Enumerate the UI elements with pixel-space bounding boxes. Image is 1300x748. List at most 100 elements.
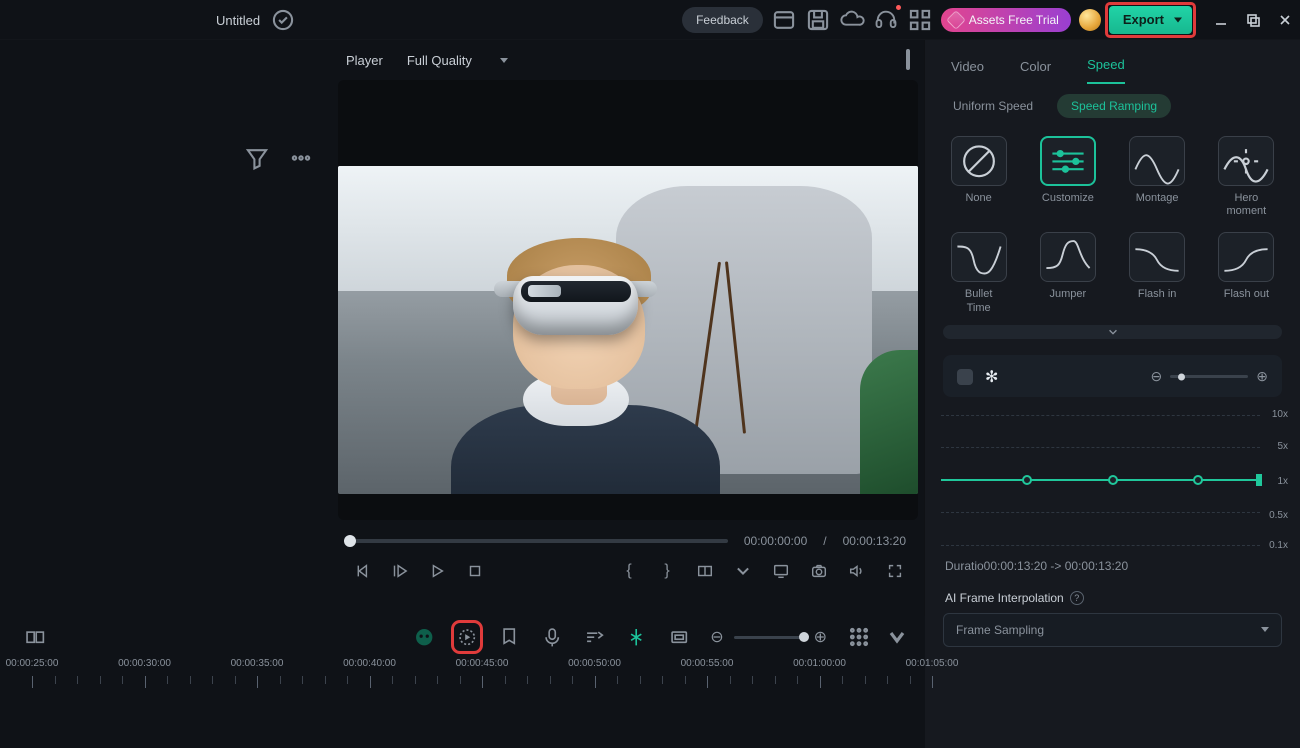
media-toolbar bbox=[0, 140, 332, 176]
scrub-bar[interactable] bbox=[350, 539, 728, 543]
chevron-down-icon bbox=[500, 58, 508, 63]
speed-subtabs: Uniform Speed Speed Ramping bbox=[925, 84, 1300, 124]
display-button[interactable] bbox=[770, 560, 792, 582]
ruler-label: 00:00:30:00 bbox=[118, 658, 171, 669]
scale-01x: 0.1x bbox=[1269, 540, 1288, 551]
preset-flash-out[interactable]: Flash out bbox=[1213, 232, 1280, 314]
quality-select[interactable]: Full Quality bbox=[399, 49, 516, 72]
ai-tools-button[interactable] bbox=[413, 625, 435, 649]
timeline-panel: ⊖ ⊕ 00:00:25:0000:00:30:0000:00:35:0000:… bbox=[0, 616, 925, 748]
tab-video[interactable]: Video bbox=[951, 59, 984, 84]
preset-customize[interactable]: Customize bbox=[1034, 136, 1101, 218]
delete-gap-button[interactable] bbox=[24, 625, 46, 649]
scale-10x: 10x bbox=[1272, 409, 1288, 420]
timeline-ruler[interactable]: 00:00:25:0000:00:30:0000:00:35:0000:00:4… bbox=[0, 658, 925, 692]
ruler-label: 00:00:55:00 bbox=[681, 658, 734, 669]
preset-hero-moment[interactable]: Hero moment bbox=[1213, 136, 1280, 218]
project-title: Untitled bbox=[216, 13, 260, 28]
zoom-in-button[interactable]: ⊕ bbox=[814, 627, 827, 647]
scale-5x: 5x bbox=[1277, 441, 1288, 452]
preview-viewport[interactable] bbox=[338, 80, 918, 520]
speed-button[interactable] bbox=[456, 625, 478, 649]
mark-out-button[interactable]: } bbox=[656, 560, 678, 582]
preset-jumper[interactable]: Jumper bbox=[1034, 232, 1101, 314]
timeline-toolbar: ⊖ ⊕ bbox=[0, 616, 925, 658]
support-icon[interactable] bbox=[873, 7, 899, 33]
preset-bullet-time[interactable]: Bullet Time bbox=[945, 232, 1012, 314]
filter-icon[interactable] bbox=[244, 145, 270, 171]
ai-interp-select[interactable]: Frame Sampling bbox=[943, 613, 1282, 647]
ai-interp-label-row: AI Frame Interpolation ? bbox=[925, 587, 1300, 613]
ai-interp-label: AI Frame Interpolation bbox=[945, 591, 1064, 605]
stop-button[interactable] bbox=[464, 560, 486, 582]
apps-icon[interactable] bbox=[907, 7, 933, 33]
export-button-wrap: Export bbox=[1109, 6, 1192, 34]
presets-expand[interactable] bbox=[943, 325, 1282, 339]
ruler-label: 00:01:00:00 bbox=[793, 658, 846, 669]
scale-05x: 0.5x bbox=[1269, 510, 1288, 521]
uniform-speed-tab[interactable]: Uniform Speed bbox=[939, 94, 1047, 118]
timecode-current: 00:00:00:00 bbox=[744, 534, 807, 548]
minimize-button[interactable] bbox=[1214, 13, 1228, 27]
more-icon[interactable] bbox=[288, 145, 314, 171]
speed-inc-button[interactable]: ⊕ bbox=[1256, 368, 1268, 385]
feedback-button[interactable]: Feedback bbox=[682, 7, 763, 33]
cloud-icon[interactable] bbox=[839, 7, 865, 33]
gem-icon bbox=[946, 10, 966, 30]
scrub-knob[interactable] bbox=[344, 535, 356, 547]
track-options-chevron[interactable] bbox=[885, 625, 909, 649]
speed-dec-button[interactable]: ⊖ bbox=[1151, 368, 1163, 385]
timeline-zoom: ⊖ ⊕ bbox=[710, 627, 827, 647]
player-controls: { } bbox=[332, 548, 924, 596]
volume-button[interactable] bbox=[846, 560, 868, 582]
aspect-chevron-icon[interactable] bbox=[732, 560, 754, 582]
speed-mini-slider[interactable] bbox=[1170, 375, 1248, 378]
chevron-down-icon bbox=[1261, 627, 1269, 632]
aspect-button[interactable] bbox=[694, 560, 716, 582]
maximize-button[interactable] bbox=[1246, 13, 1260, 27]
speed-graph[interactable]: 10x 5x 1x 0.5x 0.1x bbox=[941, 411, 1284, 549]
zoom-slider[interactable] bbox=[734, 636, 804, 639]
marker-button[interactable] bbox=[498, 625, 520, 649]
ai-interp-value: Frame Sampling bbox=[956, 623, 1044, 637]
tab-color[interactable]: Color bbox=[1020, 59, 1051, 84]
prev-frame-button[interactable] bbox=[350, 560, 372, 582]
user-avatar[interactable] bbox=[1079, 9, 1101, 31]
player-header: Player Full Quality bbox=[332, 40, 924, 80]
ruler-label: 00:00:50:00 bbox=[568, 658, 621, 669]
quality-value: Full Quality bbox=[407, 53, 472, 68]
voiceover-button[interactable] bbox=[541, 625, 563, 649]
audio-adjust-button[interactable] bbox=[583, 625, 605, 649]
speed-ramping-tab[interactable]: Speed Ramping bbox=[1057, 94, 1171, 118]
timecode-separator: / bbox=[823, 534, 826, 548]
layout-icon[interactable] bbox=[771, 7, 797, 33]
snapshot-button[interactable] bbox=[808, 560, 830, 582]
scale-1x: 1x bbox=[1277, 476, 1288, 487]
fullscreen-button[interactable] bbox=[884, 560, 906, 582]
export-button[interactable]: Export bbox=[1109, 6, 1192, 34]
help-icon[interactable]: ? bbox=[1070, 591, 1084, 605]
play-button[interactable] bbox=[426, 560, 448, 582]
crop-button[interactable] bbox=[668, 625, 690, 649]
preset-flash-in[interactable]: Flash in bbox=[1124, 232, 1191, 314]
mark-in-button[interactable]: { bbox=[618, 560, 640, 582]
ruler-label: 00:01:05:00 bbox=[906, 658, 959, 669]
assets-free-trial-button[interactable]: Assets Free Trial bbox=[941, 8, 1071, 32]
play-slow-button[interactable] bbox=[388, 560, 410, 582]
keyframe-toggle[interactable] bbox=[957, 369, 973, 385]
save-icon[interactable] bbox=[805, 7, 831, 33]
preset-none[interactable]: None bbox=[945, 136, 1012, 218]
zoom-out-button[interactable]: ⊖ bbox=[710, 627, 723, 647]
duration-readout: Duratio00:00:13:20 -> 00:00:13:20 bbox=[925, 551, 1300, 587]
freeze-frame-icon[interactable]: ✻ bbox=[985, 367, 998, 387]
tab-speed[interactable]: Speed bbox=[1087, 57, 1125, 84]
scopes-icon[interactable] bbox=[906, 51, 910, 69]
scrub-row: 00:00:00:00 / 00:00:13:20 bbox=[332, 520, 924, 548]
split-button[interactable] bbox=[625, 625, 647, 649]
inspector-tabs: Video Color Speed bbox=[925, 40, 1300, 84]
track-options-button[interactable] bbox=[847, 625, 871, 649]
preset-montage[interactable]: Montage bbox=[1124, 136, 1191, 218]
ruler-label: 00:00:45:00 bbox=[456, 658, 509, 669]
title-bar: Untitled Feedback Assets Free Trial Expo… bbox=[0, 0, 1300, 40]
close-button[interactable] bbox=[1278, 13, 1292, 27]
